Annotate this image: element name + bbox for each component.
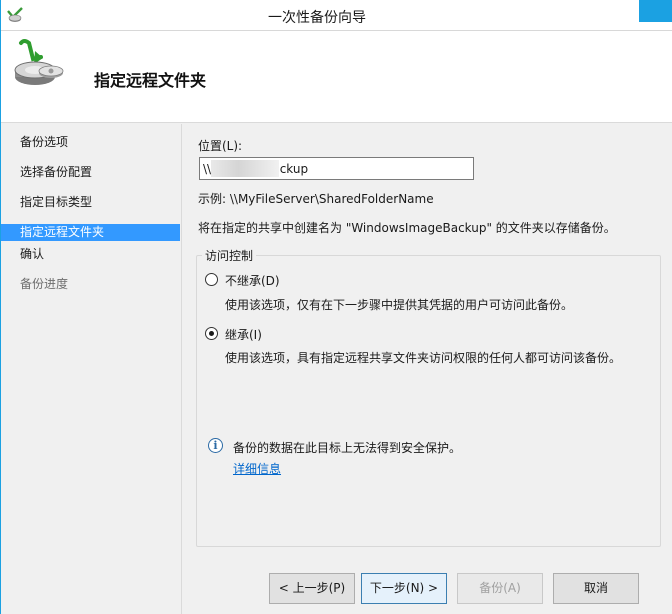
content-panel: 位置(L): 示例: \\MyFileServer\SharedFolderNa… — [181, 124, 672, 548]
step-backup-progress: 备份进度 — [20, 277, 69, 291]
previous-button[interactable]: < 上一步(P) — [269, 573, 355, 604]
wizard-window: 一次性备份向导 指定远程文件夹 备份选项 选择备份配置 指定目标类型 指定远程文… — [0, 0, 672, 614]
step-specify-destination-type[interactable]: 指定目标类型 — [1, 194, 180, 211]
backup-disk-icon — [14, 39, 64, 85]
window-title: 一次性备份向导 — [268, 10, 366, 26]
no-inherit-radio[interactable] — [205, 273, 218, 286]
backup-button: 备份(A) — [457, 573, 543, 604]
wizard-step-list: 备份选项 选择备份配置 指定目标类型 指定远程文件夹 确认 备份进度 — [1, 124, 181, 614]
page-title: 指定远程文件夹 — [94, 71, 207, 90]
info-icon: i — [208, 438, 223, 453]
title-bar: 一次性备份向导 — [1, 0, 672, 31]
inherit-radio[interactable] — [205, 327, 218, 340]
step-backup-options[interactable]: 备份选项 — [1, 134, 180, 151]
access-control-legend: 访问控制 — [202, 247, 257, 264]
no-inherit-label[interactable]: 不继承(D) — [225, 272, 280, 289]
security-warning-text: 备份的数据在此目标上无法得到安全保护。 — [233, 441, 462, 455]
more-info-link[interactable]: 详细信息 — [233, 460, 281, 477]
step-confirmation[interactable]: 确认 — [1, 246, 180, 263]
button-bar: < 上一步(P) 下一步(N) > 备份(A) 取消 — [181, 548, 672, 614]
no-inherit-description: 使用该选项，仅有在下一步骤中提供其凭据的用户可访问此备份。 — [225, 298, 574, 312]
redacted-region — [211, 160, 279, 177]
inherit-description: 使用该选项，具有指定远程共享文件夹访问权限的任何人都可访问该备份。 — [225, 351, 622, 365]
step-select-backup-config[interactable]: 选择备份配置 — [1, 164, 180, 181]
step-specify-remote-folder[interactable]: 指定远程文件夹 — [1, 224, 180, 241]
close-button[interactable] — [639, 0, 672, 22]
folder-description: 将在指定的共享中创建名为 "WindowsImageBackup" 的文件夹以存… — [198, 221, 616, 235]
cancel-button[interactable]: 取消 — [553, 573, 639, 604]
page-header: 指定远程文件夹 — [1, 31, 672, 123]
location-label: 位置(L): — [198, 139, 243, 153]
inherit-label[interactable]: 继承(I) — [225, 326, 262, 343]
example-text: 示例: \\MyFileServer\SharedFolderName — [198, 192, 434, 206]
next-button[interactable]: 下一步(N) > — [361, 573, 447, 604]
